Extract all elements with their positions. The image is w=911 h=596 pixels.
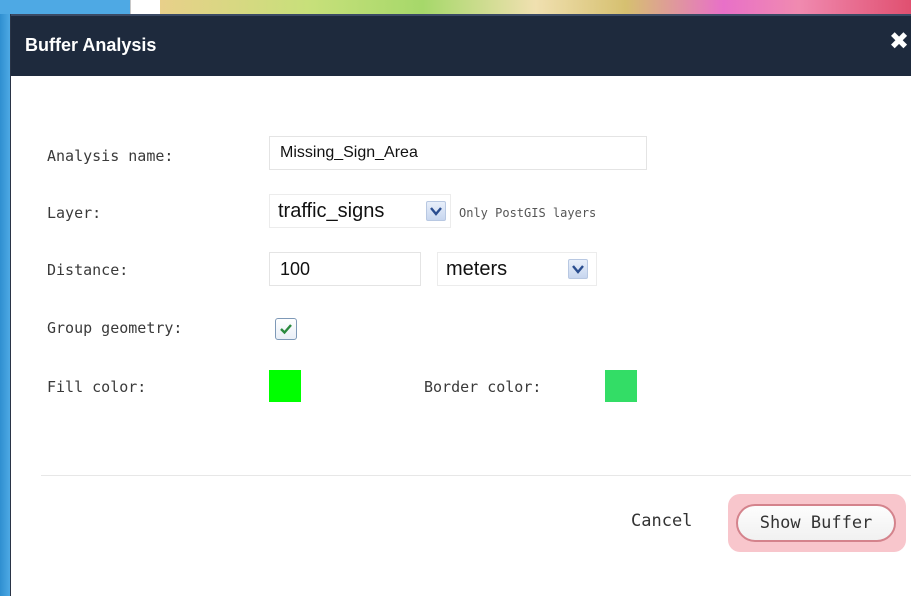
buffer-analysis-dialog: Buffer Analysis ✖ Analysis name: Layer: … bbox=[10, 14, 911, 596]
group-geometry-checkbox[interactable] bbox=[275, 318, 297, 340]
border-color-label: Border color: bbox=[424, 378, 542, 396]
distance-input[interactable] bbox=[269, 252, 421, 286]
show-buffer-highlight: Show Buffer bbox=[728, 494, 906, 552]
border-color-swatch[interactable] bbox=[605, 370, 637, 402]
chevron-down-icon[interactable] bbox=[568, 259, 588, 279]
close-icon[interactable]: ✖ bbox=[889, 26, 911, 56]
cancel-button[interactable]: Cancel bbox=[631, 511, 692, 531]
distance-unit-select[interactable]: meters bbox=[437, 252, 597, 286]
fill-color-label: Fill color: bbox=[47, 378, 147, 396]
distance-label: Distance: bbox=[47, 261, 129, 279]
background-page-top bbox=[0, 0, 130, 14]
show-buffer-button[interactable]: Show Buffer bbox=[736, 504, 896, 542]
fill-color-swatch[interactable] bbox=[269, 370, 301, 402]
analysis-name-label: Analysis name: bbox=[47, 147, 174, 165]
background-page-edge bbox=[0, 0, 10, 596]
checkmark-icon bbox=[280, 324, 292, 335]
chevron-down-icon[interactable] bbox=[426, 201, 446, 221]
layer-label: Layer: bbox=[47, 204, 102, 222]
distance-unit-value: meters bbox=[446, 258, 508, 280]
group-geometry-label: Group geometry: bbox=[47, 319, 183, 337]
dialog-title: Buffer Analysis bbox=[25, 35, 157, 55]
dialog-titlebar[interactable]: Buffer Analysis ✖ bbox=[11, 14, 911, 76]
background-map bbox=[160, 0, 911, 14]
layer-select-value: traffic_signs bbox=[278, 200, 385, 222]
footer-divider bbox=[41, 475, 911, 476]
layer-hint: Only PostGIS layers bbox=[459, 206, 597, 220]
analysis-name-input[interactable] bbox=[269, 136, 647, 170]
background-panel-edge bbox=[130, 0, 161, 14]
layer-select[interactable]: traffic_signs bbox=[269, 194, 451, 228]
